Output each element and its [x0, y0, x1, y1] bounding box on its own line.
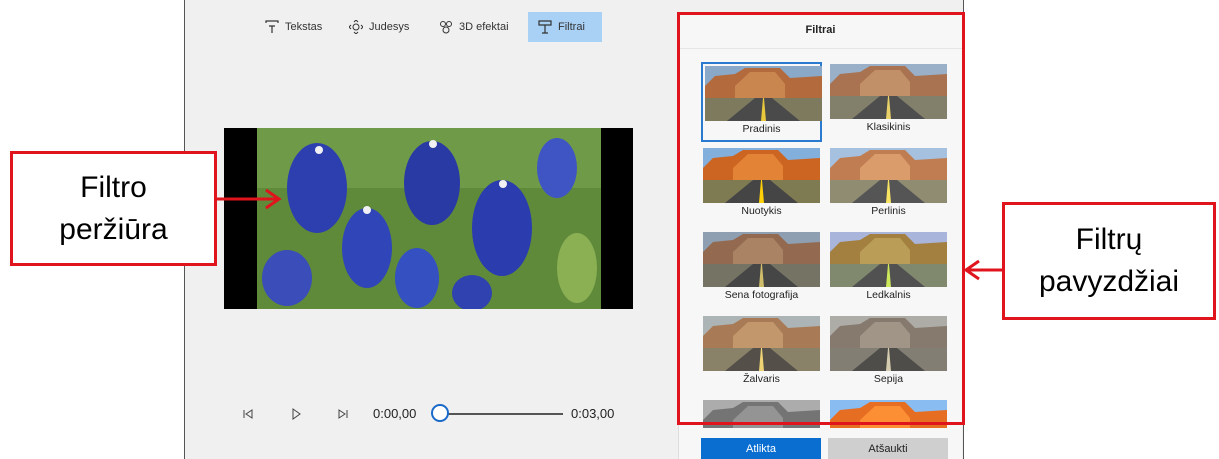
tab-3d-effects-label: 3D efektai: [459, 21, 509, 33]
done-button[interactable]: Atlikta: [701, 438, 821, 459]
preview-callout-line-1: Filtro: [80, 170, 147, 204]
next-frame-icon[interactable]: [335, 406, 351, 422]
tab-filters-label: Filtrai: [558, 21, 585, 33]
filter-samples-highlight: [677, 12, 965, 425]
tab-motion[interactable]: Judesys: [339, 12, 419, 42]
tab-3d-effects[interactable]: 3D efektai: [429, 12, 519, 42]
timeline-track[interactable]: [447, 413, 563, 415]
effects-toolbar: Tekstas Judesys 3D efektai Filtrai: [185, 12, 673, 42]
tab-filters[interactable]: Filtrai: [528, 12, 602, 42]
cancel-button[interactable]: Atšaukti: [828, 438, 948, 459]
samples-arrow: [963, 259, 1002, 281]
preview-callout: Filtro peržiūra: [10, 151, 217, 266]
editor-main-area: Tekstas Judesys 3D efektai Filtrai 0:00,…: [185, 0, 673, 459]
3d-effects-icon: [440, 21, 452, 34]
preview-callout-line-2: peržiūra: [59, 212, 168, 246]
tab-motion-label: Judesys: [369, 21, 410, 33]
play-icon[interactable]: [288, 406, 304, 422]
timeline-scrubber[interactable]: [431, 404, 449, 422]
filter-preview: [224, 128, 633, 309]
preview-image: [257, 128, 601, 309]
playback-controls: 0:00,00 0:03,00: [185, 402, 673, 426]
text-icon: [265, 20, 279, 33]
motion-icon: [349, 20, 363, 34]
samples-callout-line-1: Filtrų: [1075, 223, 1143, 256]
current-time: 0:00,00: [373, 406, 417, 421]
samples-callout-line-2: pavyzdžiai: [1038, 265, 1180, 298]
samples-callout: Filtrų pavyzdžiai: [1002, 202, 1216, 320]
tab-text-label: Tekstas: [285, 21, 323, 33]
previous-frame-icon[interactable]: [240, 406, 256, 422]
filter-icon: [538, 20, 552, 34]
end-time: 0:03,00: [571, 406, 615, 421]
tab-text[interactable]: Tekstas: [255, 12, 332, 42]
